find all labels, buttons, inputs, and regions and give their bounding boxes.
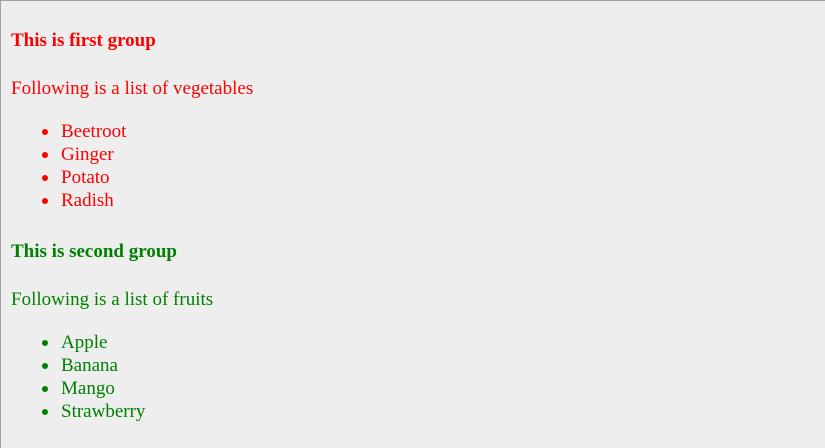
bullet-icon <box>42 152 48 158</box>
list-item-label: Potato <box>61 167 110 188</box>
list-item-label: Ginger <box>61 144 114 165</box>
bullet-icon <box>42 409 48 415</box>
list-item: Banana <box>42 354 825 377</box>
group-intro: Following is a list of vegetables <box>11 78 254 99</box>
list-item: Mango <box>42 377 825 400</box>
list-item: Apple <box>42 331 825 354</box>
list-item: Strawberry <box>42 400 825 423</box>
page-content: This is first group Following is a list … <box>1 1 825 423</box>
group-heading: This is second group <box>11 241 177 262</box>
vegetable-list: Beetroot Ginger Potato Radish <box>11 120 825 212</box>
first-group: This is first group Following is a list … <box>11 1 825 212</box>
bullet-icon <box>42 129 48 135</box>
bullet-icon <box>42 363 48 369</box>
list-item: Potato <box>42 166 825 189</box>
list-item-label: Mango <box>61 378 115 399</box>
group-heading: This is first group <box>11 30 156 51</box>
second-group: This is second group Following is a list… <box>11 212 825 423</box>
group-intro: Following is a list of fruits <box>11 289 214 310</box>
list-item: Beetroot <box>42 120 825 143</box>
fruit-list: Apple Banana Mango Strawberry <box>11 331 825 423</box>
list-item-label: Banana <box>61 355 118 376</box>
bullet-icon <box>42 198 48 204</box>
list-item-label: Apple <box>61 332 108 353</box>
bullet-icon <box>42 340 48 346</box>
bullet-icon <box>42 175 48 181</box>
list-item: Ginger <box>42 143 825 166</box>
bullet-icon <box>42 386 48 392</box>
list-item: Radish <box>42 189 825 212</box>
list-item-label: Strawberry <box>61 401 146 422</box>
list-item-label: Radish <box>61 190 114 211</box>
list-item-label: Beetroot <box>61 121 127 142</box>
